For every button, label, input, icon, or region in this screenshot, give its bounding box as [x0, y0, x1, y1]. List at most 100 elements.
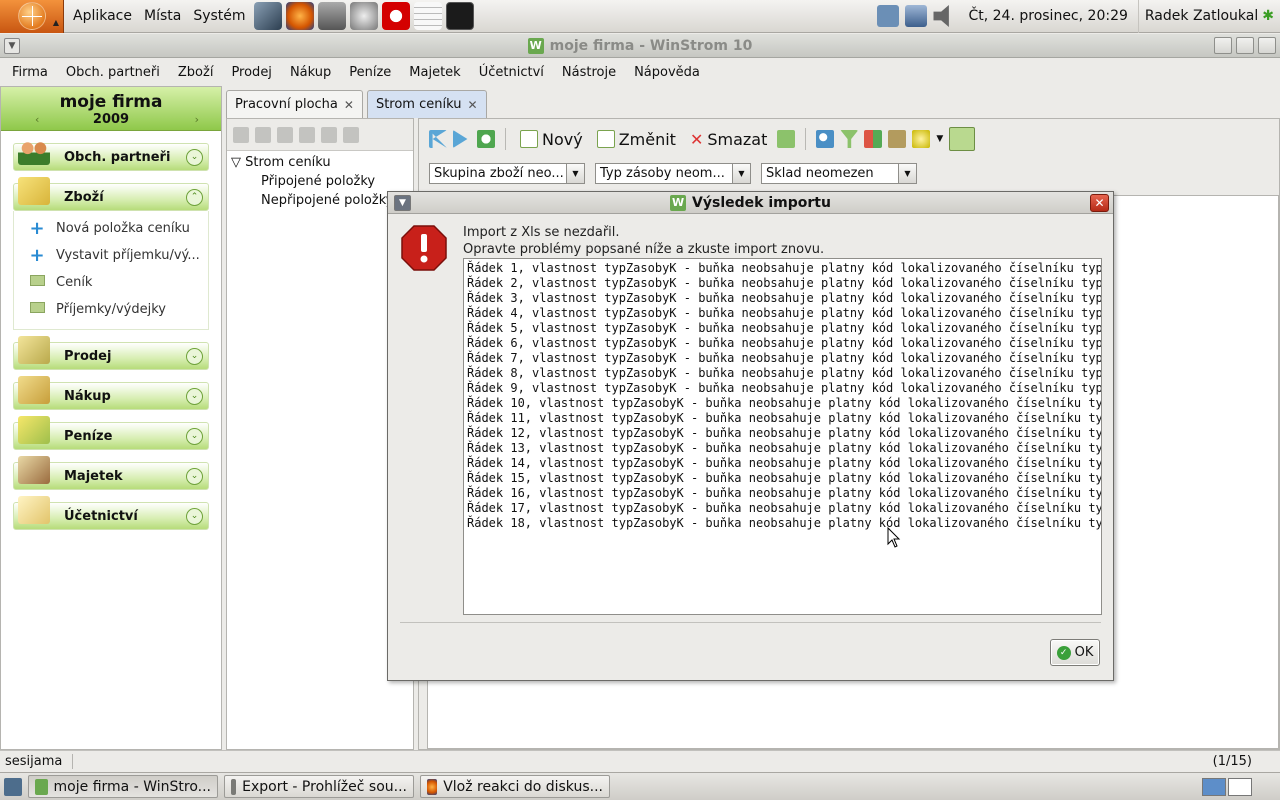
group-filter-select[interactable]: Skupina zboží neo... ▼ — [429, 163, 585, 184]
menu-firma[interactable]: Firma — [12, 65, 48, 80]
menu-zbozi[interactable]: Zboží — [178, 65, 214, 80]
network-icon[interactable] — [905, 5, 928, 27]
menu-obch-partneri[interactable]: Obch. partneři — [66, 65, 160, 80]
dialog-close-button[interactable]: ✕ — [1090, 194, 1109, 212]
winstrom-icon: W — [527, 37, 544, 54]
chevron-down-icon[interactable]: ▼ — [566, 164, 584, 183]
disk-launcher-icon[interactable] — [349, 2, 378, 30]
tree-toggle-icon[interactable] — [949, 127, 976, 151]
tree-delete-icon[interactable] — [343, 126, 359, 143]
menu-nastroje[interactable]: Nástroje — [562, 65, 616, 80]
chevron-down-icon[interactable]: ▼ — [732, 164, 750, 183]
section-header[interactable]: Obch. partneři ⌄ — [13, 137, 209, 171]
installer-launcher-icon[interactable] — [317, 2, 346, 30]
firefox-launcher-icon[interactable] — [285, 2, 314, 30]
filter-icon[interactable] — [840, 130, 859, 148]
menu-ucetnictvi[interactable]: Účetnictví — [479, 65, 544, 80]
terminal-launcher-icon[interactable] — [445, 2, 474, 30]
warehouse-filter-select[interactable]: Sklad neomezen ▼ — [761, 163, 917, 184]
section-items: + Nová položka ceníku + Vystavit příjemku/… — [13, 211, 209, 330]
sidebar-item-pricelist[interactable]: Ceník — [14, 269, 208, 296]
last-record-icon[interactable] — [453, 130, 468, 148]
show-desktop-icon[interactable] — [4, 777, 22, 796]
prev-year-icon[interactable]: ‹ — [35, 113, 39, 126]
opera-launcher-icon[interactable] — [381, 2, 410, 30]
print-icon[interactable] — [888, 130, 907, 148]
close-tab-icon[interactable]: ✕ — [344, 98, 354, 112]
workspace-1[interactable] — [1202, 777, 1226, 796]
chevron-down-icon[interactable]: ⌄ — [186, 508, 203, 525]
chevron-down-icon[interactable]: ⌄ — [186, 428, 203, 445]
tree-move-up-icon[interactable] — [299, 126, 315, 143]
next-year-icon[interactable]: › — [195, 113, 199, 126]
section-header[interactable]: Účetnictví ⌄ — [13, 496, 209, 530]
minimize-button[interactable] — [1214, 37, 1232, 54]
edit-button[interactable]: Změnit — [593, 130, 680, 149]
panel-menu-system[interactable]: Systém — [193, 8, 245, 24]
tree-edit-icon[interactable] — [233, 126, 249, 143]
chevron-down-icon[interactable]: ⌄ — [186, 468, 203, 485]
error-log-textarea[interactable]: Řádek 1, vlastnost typZasobyK - buňka ne… — [463, 258, 1102, 615]
close-tab-icon[interactable]: ✕ — [467, 98, 477, 112]
task-firefox[interactable]: Vlož reakci do diskus... — [420, 775, 610, 798]
tree-cut-icon[interactable] — [277, 126, 293, 143]
chevron-up-icon[interactable]: ⌃ — [186, 189, 203, 206]
copy-icon[interactable] — [777, 130, 796, 148]
tree-move-down-icon[interactable] — [321, 126, 337, 143]
close-window-button[interactable] — [1258, 37, 1276, 54]
menu-majetek[interactable]: Majetek — [409, 65, 460, 80]
delete-button[interactable]: ✕ Smazat — [686, 130, 771, 149]
tab-price-tree[interactable]: Strom ceníku ✕ — [366, 90, 487, 118]
search-icon[interactable] — [816, 130, 835, 148]
panel-menu-applications[interactable]: Aplikace — [73, 8, 132, 24]
chevron-down-icon[interactable]: ⌄ — [186, 348, 203, 365]
clock[interactable]: Čt, 24. prosinec, 20:29 — [958, 8, 1137, 24]
tree-expand-icon[interactable]: ▽ — [231, 155, 241, 170]
maximize-button[interactable] — [1236, 37, 1254, 54]
tools-icon[interactable] — [912, 130, 931, 148]
window-menu-icon[interactable]: ▼ — [4, 38, 20, 54]
section-header[interactable]: Prodej ⌄ — [13, 336, 209, 370]
main-toolbar: Nový Změnit ✕ Smazat ▼ — [419, 119, 1279, 159]
tab-desktop[interactable]: Pracovní plocha ✕ — [226, 90, 363, 118]
volume-icon[interactable] — [933, 5, 949, 27]
sidebar-item-receipts[interactable]: Příjemky/výdejky — [14, 296, 208, 323]
arrow-up-icon: ▲ — [52, 17, 59, 27]
partners-icon — [18, 137, 50, 165]
chevron-down-icon[interactable]: ▼ — [898, 164, 916, 183]
sidebar-item-issue-receipt[interactable]: + Vystavit příjemku/vý... — [14, 242, 208, 269]
menu-prodej[interactable]: Prodej — [231, 65, 272, 80]
panel-menu-places[interactable]: Místa — [144, 8, 181, 24]
sort-icon[interactable] — [864, 130, 883, 148]
workspace-switcher[interactable] — [1202, 777, 1280, 796]
calculator-launcher-icon[interactable] — [413, 2, 442, 30]
section-header[interactable]: Majetek ⌄ — [13, 456, 209, 490]
new-button[interactable]: Nový — [516, 130, 587, 149]
refresh-icon[interactable] — [477, 130, 495, 148]
ok-button[interactable]: ✓ OK — [1050, 639, 1100, 666]
text-editor-launcher-icon[interactable] — [253, 2, 282, 30]
tree-node[interactable]: Připojené položky — [231, 174, 409, 193]
chevron-down-icon[interactable]: ⌄ — [186, 388, 203, 405]
menu-napoveda[interactable]: Nápověda — [634, 65, 700, 80]
menu-penize[interactable]: Peníze — [349, 65, 391, 80]
workspace-2[interactable] — [1228, 777, 1252, 796]
tree-node[interactable]: Nepřipojené položky — [231, 193, 409, 212]
sidebar-item-new-price-item[interactable]: + Nová položka ceníku — [14, 215, 208, 242]
chevron-down-icon[interactable]: ⌄ — [186, 149, 203, 166]
section-header[interactable]: Nákup ⌄ — [13, 376, 209, 410]
tree-copy-icon[interactable] — [255, 126, 271, 143]
tree-node-root[interactable]: ▽ Strom ceníku — [231, 155, 409, 174]
section-header[interactable]: Zboží ⌃ — [13, 177, 209, 211]
dialog-menu-icon[interactable]: ▼ — [394, 195, 411, 211]
task-winstrom[interactable]: moje firma - WinStro... — [28, 775, 218, 798]
menu-nakup[interactable]: Nákup — [290, 65, 331, 80]
section-header[interactable]: Peníze ⌄ — [13, 416, 209, 450]
first-record-icon[interactable] — [429, 130, 447, 148]
main-menu-button[interactable]: ▲ — [0, 0, 64, 33]
task-file-browser[interactable]: Export - Prohlížeč sou... — [224, 775, 414, 798]
update-notifier-icon[interactable] — [877, 5, 900, 27]
chevron-down-icon[interactable]: ▼ — [936, 134, 943, 144]
user-menu[interactable]: Radek Zatloukal ✱ — [1137, 0, 1280, 33]
stock-type-filter-select[interactable]: Typ zásoby neom... ▼ — [595, 163, 751, 184]
